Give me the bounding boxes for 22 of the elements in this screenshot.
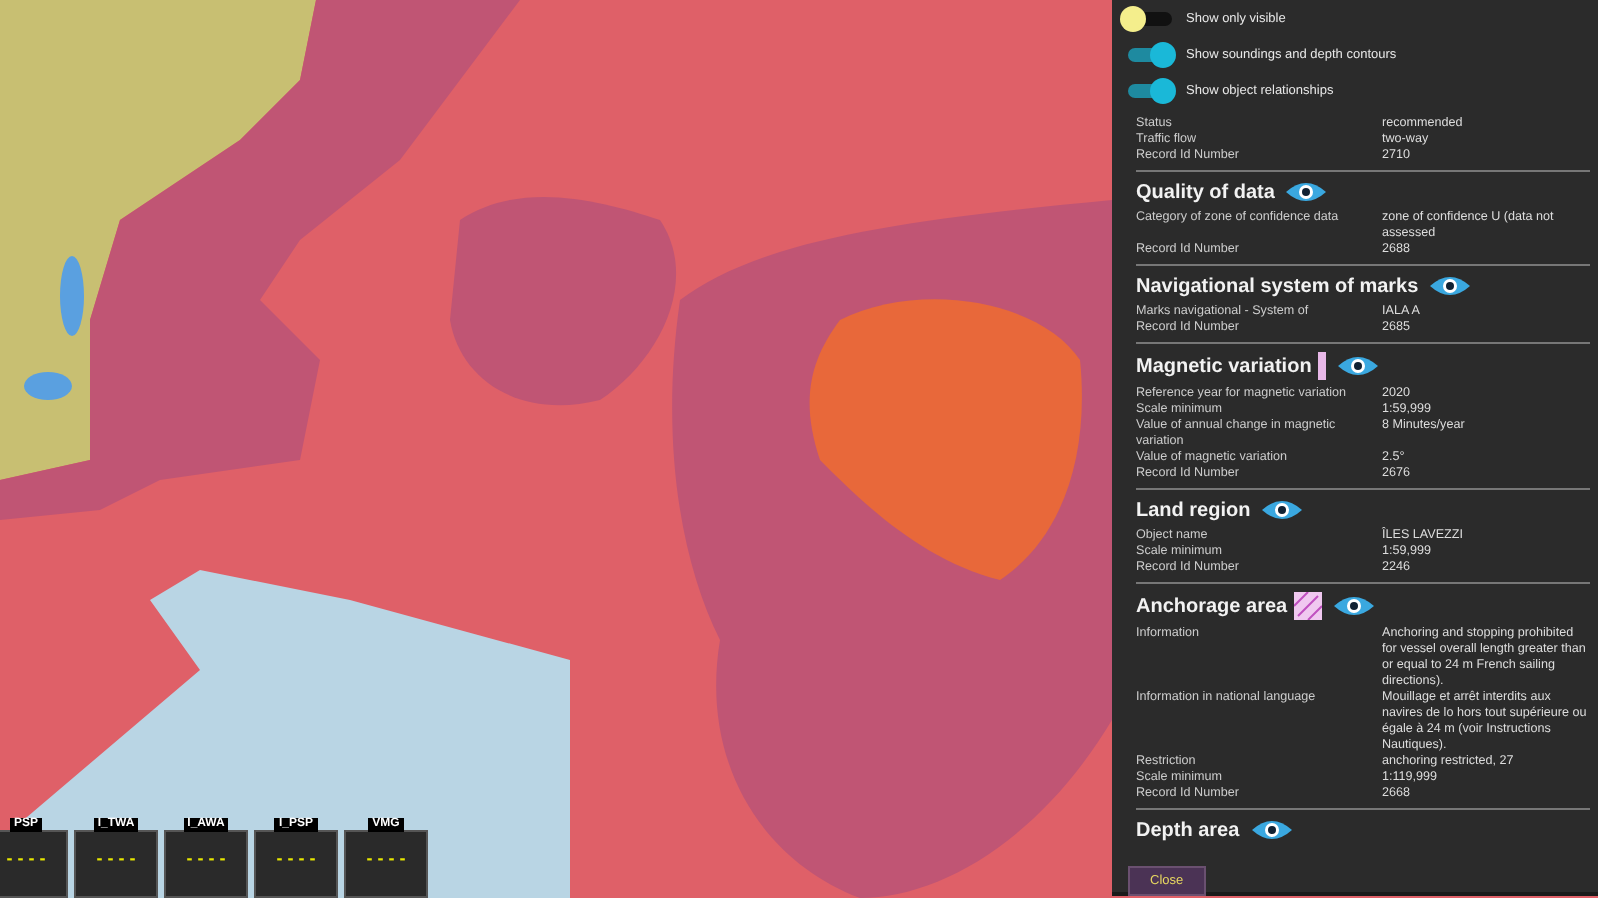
lake	[24, 372, 72, 400]
legend-bar-icon	[1317, 352, 1326, 380]
eye-icon[interactable]	[1331, 594, 1376, 618]
section-title: Anchorage area	[1136, 595, 1288, 617]
section-title: Magnetic variation	[1136, 355, 1312, 377]
instrument-value: - - - -	[276, 848, 316, 868]
eye-icon[interactable]	[1284, 180, 1329, 204]
section-title: Quality of data	[1136, 181, 1275, 203]
eye-icon[interactable]	[1335, 354, 1380, 378]
hatched-square-icon	[1293, 592, 1322, 620]
toggle-switch[interactable]	[1120, 5, 1176, 31]
instrument-value: - - - -	[186, 848, 226, 868]
eye-icon[interactable]	[1260, 498, 1305, 522]
instrument-value: - - - -	[6, 848, 46, 868]
instrument-value: - - - -	[366, 848, 406, 868]
section-title: Land region	[1136, 499, 1251, 521]
section-title: Navigational system of marks	[1136, 275, 1419, 297]
lake	[60, 256, 84, 336]
eye-icon[interactable]	[1249, 818, 1294, 842]
instrument-value: - - - -	[96, 848, 136, 868]
eye-icon[interactable]	[1428, 274, 1473, 298]
section-title: Depth area	[1136, 819, 1240, 841]
